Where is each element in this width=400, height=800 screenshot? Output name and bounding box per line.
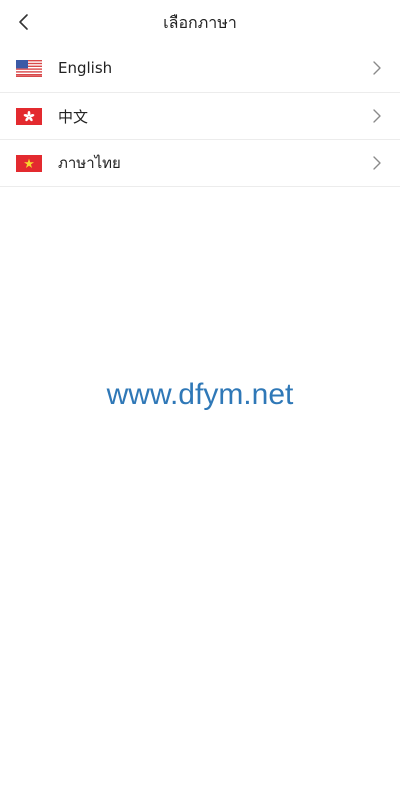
language-item-english[interactable]: English [0,44,400,93]
language-select-screen: เลือกภาษา English 中文 ภาษาไทย www.dfym.ne… [0,0,400,800]
language-item-chinese[interactable]: 中文 [0,93,400,140]
vn-flag-icon [16,154,42,172]
watermark-text: www.dfym.net [106,378,294,411]
chevron-right-icon [373,109,381,123]
language-list: English 中文 ภาษาไทย [0,44,400,187]
language-label: English [58,59,113,77]
header-bar: เลือกภาษา [0,0,400,44]
chevron-right-icon [373,61,381,75]
us-flag-icon [16,59,42,77]
hk-flag-icon [16,107,42,125]
language-item-thai[interactable]: ภาษาไทย [0,140,400,187]
chevron-right-icon [373,156,381,170]
language-label: ภาษาไทย [58,154,121,172]
language-label: 中文 [58,107,89,126]
page-title: เลือกภาษา [163,13,237,32]
